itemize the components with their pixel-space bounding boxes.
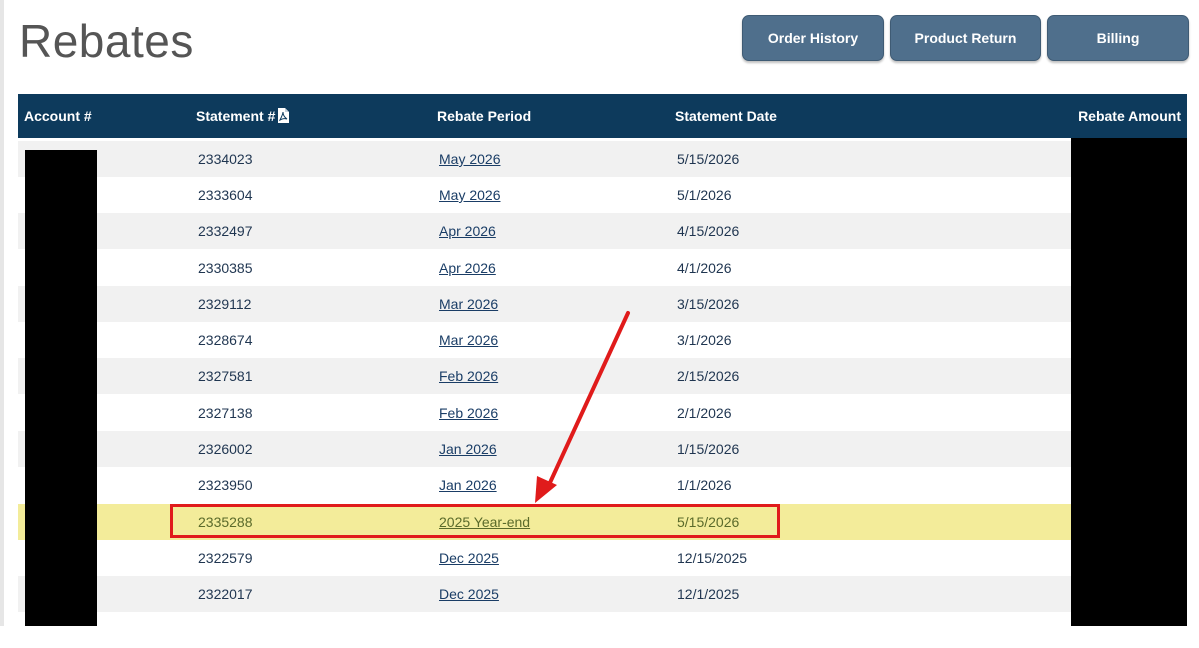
rebate-period-link[interactable]: Apr 2026 (439, 260, 496, 276)
statement-number: 2327138 (198, 405, 253, 421)
statement-date: 4/15/2026 (677, 223, 740, 239)
table-row: 2330385 Apr 2026 4/1/2026 (18, 250, 1187, 286)
statement-number: 2330385 (198, 260, 253, 276)
statement-date: 1/15/2026 (677, 441, 740, 457)
statement-number: 2326002 (198, 441, 253, 457)
statement-date: 3/1/2026 (677, 332, 732, 348)
statement-number: 2328674 (198, 332, 253, 348)
rebate-period-link[interactable]: Mar 2026 (439, 332, 498, 348)
header-rebate-period: Rebate Period (437, 108, 532, 124)
redacted-account-column (25, 150, 97, 626)
statement-number: 2327581 (198, 368, 253, 384)
rebate-period-link[interactable]: Dec 2025 (439, 586, 499, 602)
table-row: 2332497 Apr 2026 4/15/2026 (18, 213, 1187, 249)
table-row: 2322579 Dec 2025 12/15/2025 (18, 540, 1187, 576)
table-row: 2323950 Jan 2026 1/1/2026 (18, 467, 1187, 503)
statement-number: 2332497 (198, 223, 253, 239)
redacted-rebate-amount-column (1071, 138, 1187, 626)
rebate-period-link[interactable]: Mar 2026 (439, 296, 498, 312)
statement-date: 5/1/2026 (677, 187, 732, 203)
header-statement-date: Statement Date (675, 108, 777, 124)
header-rebate-amount: Rebate Amount (1078, 108, 1181, 124)
statement-date: 12/15/2025 (677, 550, 748, 566)
pdf-icon (278, 108, 290, 123)
table-row: 2329112 Mar 2026 3/15/2026 (18, 286, 1187, 322)
statement-date: 12/1/2025 (677, 586, 740, 602)
page-left-border (0, 0, 4, 626)
statement-date: 3/15/2026 (677, 296, 740, 312)
rebate-period-link[interactable]: Feb 2026 (439, 405, 498, 421)
table-row: 2327581 Feb 2026 2/15/2026 (18, 358, 1187, 394)
header-statement-label: Statement # (196, 108, 276, 124)
statement-number: 2322579 (198, 550, 253, 566)
statement-date: 5/15/2026 (677, 514, 740, 530)
statement-date: 2/1/2026 (677, 405, 732, 421)
table-row: 2333604 May 2026 5/1/2026 (18, 177, 1187, 213)
rebate-period-link[interactable]: Dec 2025 (439, 550, 499, 566)
rebates-table-header: Account # Statement # Rebate Period Stat… (18, 94, 1187, 138)
table-row: 2334023 May 2026 5/15/2026 (18, 141, 1187, 177)
table-row: 2327138 Feb 2026 2/1/2026 (18, 395, 1187, 431)
statement-number: 2335288 (198, 514, 253, 530)
table-row-highlighted: 2335288 2025 Year-end 5/15/2026 (18, 504, 1187, 540)
page-title: Rebates (19, 15, 194, 67)
statement-date: 4/1/2026 (677, 260, 732, 276)
statement-date: 5/15/2026 (677, 151, 740, 167)
rebate-period-link[interactable]: Apr 2026 (439, 223, 496, 239)
statement-number: 2333604 (198, 187, 253, 203)
header-account: Account # (24, 108, 92, 124)
rebate-period-link[interactable]: 2025 Year-end (439, 514, 530, 530)
rebate-period-link[interactable]: May 2026 (439, 151, 500, 167)
table-row: 2326002 Jan 2026 1/15/2026 (18, 431, 1187, 467)
rebate-period-link[interactable]: Feb 2026 (439, 368, 498, 384)
rebate-period-link[interactable]: Jan 2026 (439, 477, 497, 493)
statement-number: 2323950 (198, 477, 253, 493)
statement-date: 1/1/2026 (677, 477, 732, 493)
product-return-button[interactable]: Product Return (890, 15, 1041, 61)
statement-number: 2334023 (198, 151, 253, 167)
rebate-period-link[interactable]: Jan 2026 (439, 441, 497, 457)
order-history-button[interactable]: Order History (742, 15, 884, 61)
table-row: 2322017 Dec 2025 12/1/2025 (18, 576, 1187, 612)
statement-number: 2322017 (198, 586, 253, 602)
table-row-partial (18, 612, 1187, 648)
statement-date: 2/15/2026 (677, 368, 740, 384)
statement-number: 2329112 (198, 296, 252, 312)
billing-button[interactable]: Billing (1047, 15, 1189, 61)
header-statement: Statement # (196, 94, 290, 138)
table-row: 2328674 Mar 2026 3/1/2026 (18, 322, 1187, 358)
rebate-period-link[interactable]: May 2026 (439, 187, 500, 203)
